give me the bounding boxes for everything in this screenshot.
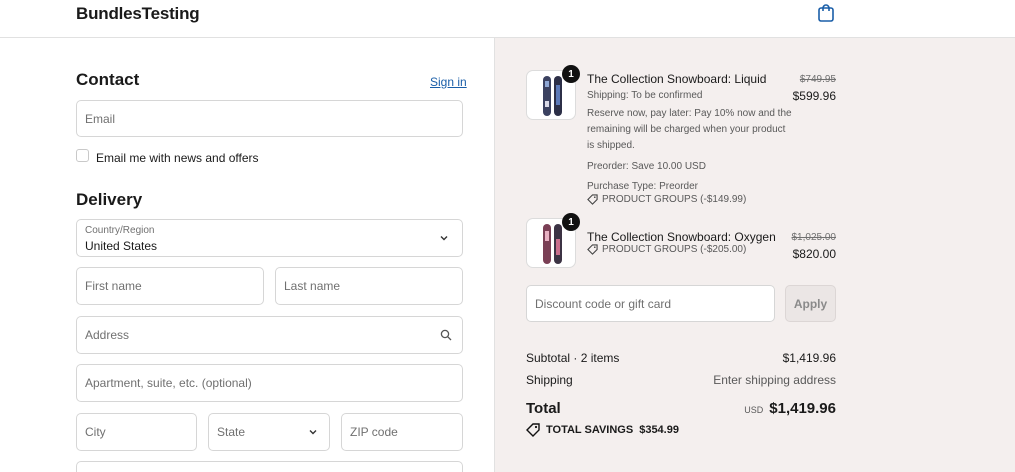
chevron-down-icon (309, 430, 317, 435)
country-label: Country/Region (85, 225, 155, 236)
discount-placeholder: Discount code or gift card (535, 296, 672, 311)
savings-label: TOTAL SAVINGS (546, 424, 634, 436)
total-value: $1,419.96 (769, 400, 836, 417)
sign-in-link[interactable]: Sign in (430, 75, 467, 89)
shipping-value: Enter shipping address (713, 373, 836, 387)
zip-field[interactable]: ZIP code (341, 413, 463, 451)
item-discount-label: PRODUCT GROUPS (-$149.99) (602, 194, 747, 205)
total-currency: USD (744, 405, 764, 415)
savings-value: $354.99 (639, 424, 679, 436)
item-name: The Collection Snowboard: Liquid (587, 72, 767, 86)
item-original-price: $749.95 (799, 74, 836, 85)
item-note: Reserve now, pay later: Pay 10% now and … (587, 108, 792, 151)
address-placeholder: Address (85, 328, 130, 342)
chevron-down-icon (440, 236, 448, 241)
city-field[interactable]: City (76, 413, 197, 451)
last-name-placeholder: Last name (284, 279, 341, 293)
item-price: $599.96 (792, 89, 836, 103)
shopping-bag-icon[interactable] (816, 3, 836, 23)
first-name-field[interactable]: First name (76, 267, 264, 305)
shipping-label: Shipping (526, 373, 573, 387)
newsletter-checkbox[interactable] (76, 149, 89, 162)
item-discount-label: PRODUCT GROUPS (-$205.00) (602, 244, 747, 255)
email-placeholder: Email (85, 111, 116, 126)
item-preorder-save: Preorder: Save 10.00 USD (587, 161, 706, 172)
apply-discount-button[interactable]: Apply (785, 285, 836, 322)
last-name-field[interactable]: Last name (275, 267, 463, 305)
tag-icon (526, 423, 540, 437)
item-shipping: Shipping: To be confirmed (587, 90, 703, 101)
item-discount: PRODUCT GROUPS (-$205.00) (587, 244, 746, 255)
item-original-price: $1,025.00 (791, 232, 837, 243)
tag-icon (587, 244, 598, 255)
tag-icon (587, 194, 598, 205)
apartment-field[interactable]: Apartment, suite, etc. (optional) (76, 364, 463, 402)
subtotal-label: Subtotal · 2 items (526, 351, 620, 365)
subtotal-value: $1,419.96 (782, 351, 836, 365)
item-price: $820.00 (792, 247, 836, 261)
email-field[interactable]: Email (76, 100, 463, 137)
total-savings: TOTAL SAVINGS $354.99 (526, 423, 679, 437)
delivery-title: Delivery (76, 190, 143, 209)
first-name-placeholder: First name (85, 279, 142, 293)
search-icon (440, 329, 452, 341)
contact-title: Contact (76, 70, 140, 89)
checkout-header: BundlesTesting (0, 0, 1015, 38)
total-amount: USD $1,419.96 (744, 400, 836, 417)
quantity-badge: 1 (562, 65, 580, 83)
quantity-badge: 1 (562, 213, 580, 231)
phone-field[interactable] (76, 461, 463, 472)
apartment-placeholder: Apartment, suite, etc. (optional) (85, 376, 252, 390)
item-purchase-type: Purchase Type: Preorder (587, 181, 698, 192)
city-placeholder: City (85, 425, 106, 439)
discount-code-field[interactable]: Discount code or gift card (526, 285, 775, 322)
address-field[interactable]: Address (76, 316, 463, 354)
country-value: United States (85, 239, 158, 253)
item-name: The Collection Snowboard: Oxygen (587, 230, 776, 244)
newsletter-label: Email me with news and offers (96, 151, 259, 165)
country-select[interactable]: Country/Region United States (76, 219, 463, 257)
zip-placeholder: ZIP code (350, 425, 398, 439)
state-placeholder: State (217, 425, 246, 439)
store-brand[interactable]: BundlesTesting (76, 4, 200, 24)
item-discount: PRODUCT GROUPS (-$149.99) (587, 194, 746, 205)
state-select[interactable]: State (208, 413, 330, 451)
total-label: Total (526, 400, 561, 417)
